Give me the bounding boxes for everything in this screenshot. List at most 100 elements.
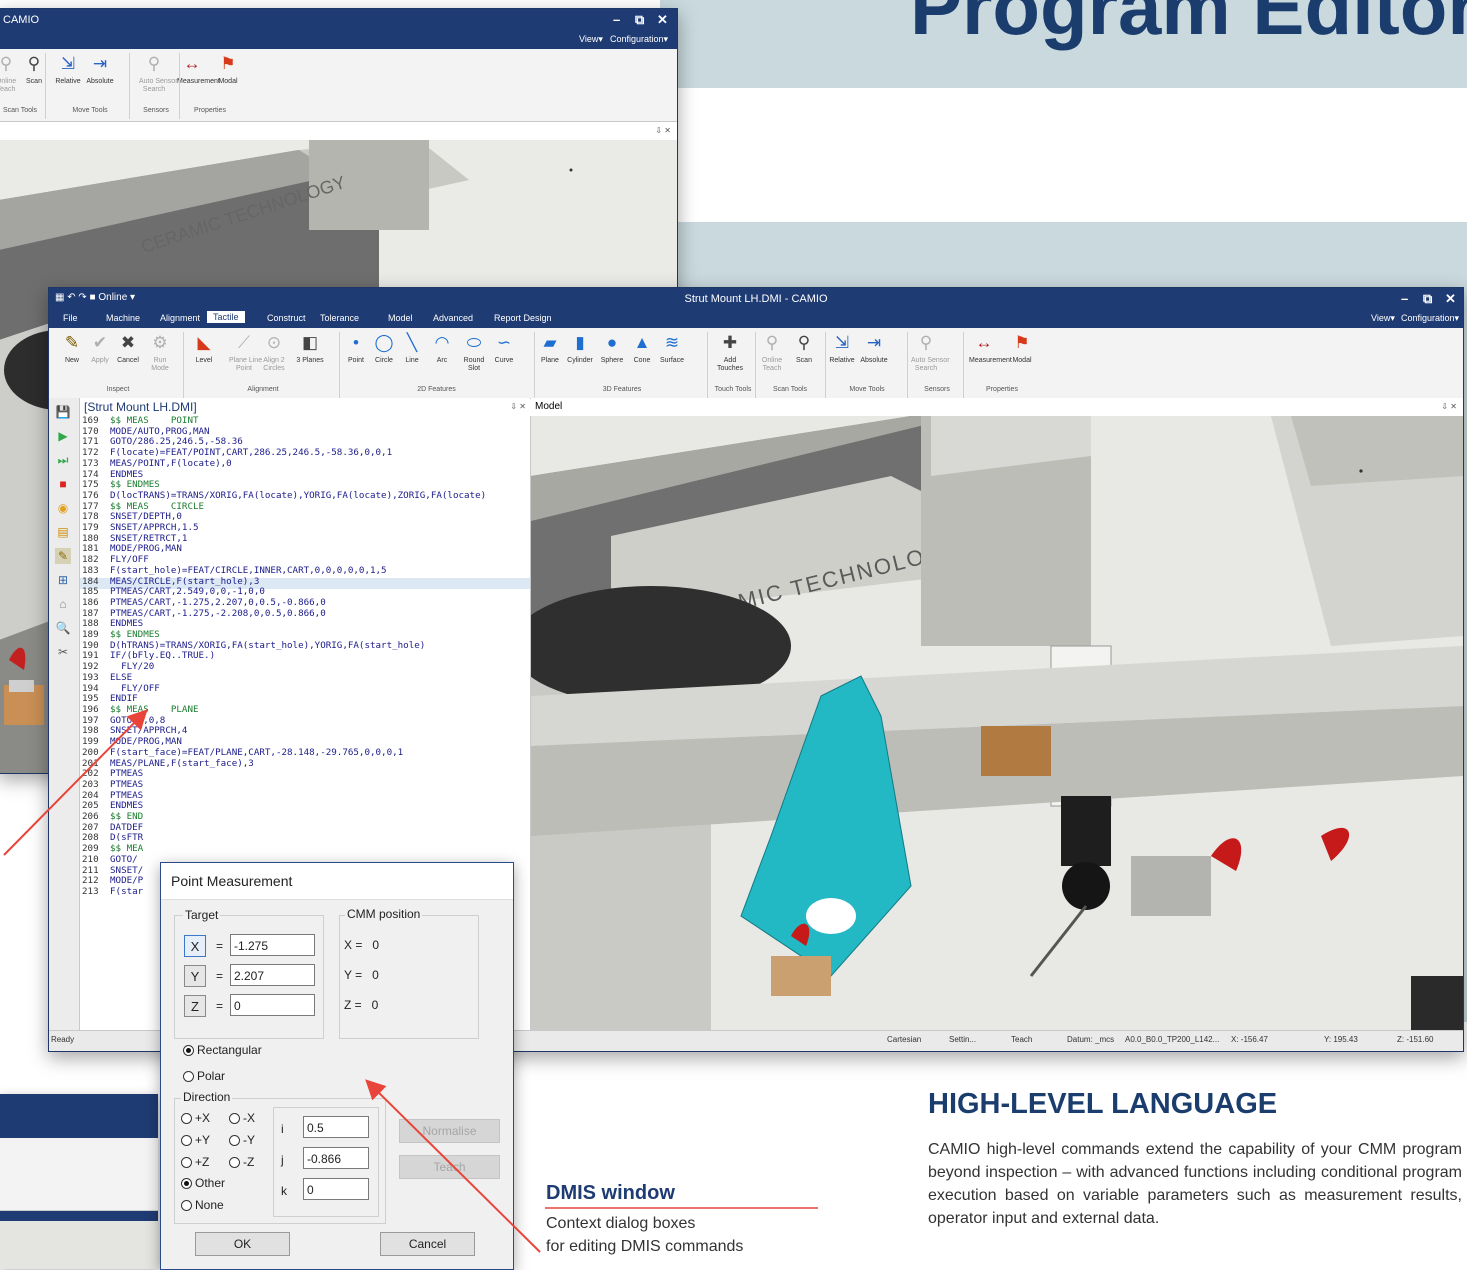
sensor-icon[interactable]: ◉ [55,500,71,516]
status-teach[interactable]: Teach [1011,1035,1032,1044]
status-coord-mode[interactable]: Cartesian [887,1035,921,1044]
dmis-code[interactable]: 169 $$ MEAS POINT 170 MODE/AUTO,PROG,MAN 171… [80,416,486,898]
i-value-field[interactable]: 0.5 [303,1116,369,1138]
ribbon-button-online-teach[interactable]: ⚲ Online Teach [0,53,21,94]
run-icon[interactable]: ▶ [55,428,71,444]
direction-option[interactable]: +X [181,1111,210,1125]
rectangular-radio[interactable] [183,1045,194,1057]
ribbon-button-align-circles[interactable]: ⊙ Align 2 Circles [259,332,289,373]
tab-file[interactable]: File [63,313,78,323]
x-axis-button[interactable]: X [184,935,206,957]
model-pin-close[interactable]: ⇩ ✕ [1441,402,1457,411]
ribbon-button-new[interactable]: ✎ New [57,332,87,365]
none-option[interactable]: None [181,1198,224,1212]
close-icon[interactable]: ✕ [657,12,668,28]
tab-model[interactable]: Model [388,313,413,323]
z-axis-button[interactable]: Z [184,995,206,1017]
j-value-field[interactable]: -0.866 [303,1147,369,1169]
tools-icon[interactable]: ✂ [55,644,71,660]
code-line[interactable]: 192 FLY/20 [80,661,486,673]
back-pin-close[interactable]: ⇩ ✕ [655,126,671,135]
ribbon-button-cone[interactable]: ▲ Cone [627,332,657,365]
save-icon[interactable]: 💾 [55,404,71,420]
configuration-menu[interactable]: Configuration▾ [610,34,668,45]
tab-tactile[interactable]: Tactile [207,311,245,323]
ribbon-button-sphere[interactable]: ● Sphere [597,332,627,365]
tree-icon[interactable]: ⊞ [55,572,71,588]
direction-option[interactable]: -Z [229,1155,254,1169]
ribbon-button-measurement[interactable]: ↔ Measurement [177,53,220,86]
ribbon-button-absolute-move[interactable]: ⇥ Absolute [85,53,115,86]
rectangular-option[interactable]: Rectangular [183,1043,262,1057]
ribbon-button-relative-move[interactable]: ⇲ Relative [53,53,83,86]
status-datum[interactable]: Datum: _mcs [1067,1035,1114,1044]
ribbon-button-run-mode[interactable]: ⚙ Run Mode [145,332,175,373]
ribbon-button-plane-line-point[interactable]: ⟋ Plane Line Point [229,332,262,373]
restore-icon[interactable]: ⧉ [635,12,644,28]
tab-machine[interactable]: Machine [106,313,140,323]
tab-construct[interactable]: Construct [267,313,306,323]
polar-radio[interactable] [183,1071,194,1083]
direction-option[interactable]: -Y [229,1133,255,1147]
y-value-field[interactable]: 2.207 [230,964,315,986]
ribbon-button-plane[interactable]: ▰ Plane [535,332,565,365]
ribbon-button-add-touches[interactable]: ✚ Add Touches [715,332,745,373]
direction-option[interactable]: +Z [181,1155,209,1169]
direction-option[interactable]: -X [229,1111,255,1125]
direction-radio[interactable] [229,1157,240,1169]
editor-pin-close[interactable]: ⇩ ✕ [510,402,526,411]
direction-option[interactable]: +Y [181,1133,210,1147]
ribbon-button-cancel-x[interactable]: ✖ Cancel [113,332,143,365]
y-axis-button[interactable]: Y [184,965,206,987]
direction-radio[interactable] [229,1113,240,1125]
view-menu[interactable]: View▾ [579,34,603,45]
restore-icon[interactable]: ⧉ [1423,291,1432,307]
teach-button[interactable]: Teach [399,1155,500,1179]
x-value-field[interactable]: -1.275 [230,934,315,956]
tab-alignment[interactable]: Alignment [160,313,200,323]
ribbon-button-measurement[interactable]: ↔ Measurement [969,332,1012,365]
code-line[interactable]: 194 FLY/OFF [80,683,486,695]
ribbon-button-line[interactable]: ╲ Line [397,332,427,365]
ribbon-button-round-slot[interactable]: ⬭ Round Slot [459,332,489,373]
direction-radio[interactable] [181,1113,192,1125]
ribbon-button-absolute-move[interactable]: ⇥ Absolute [859,332,889,365]
ribbon-button-online-teach[interactable]: ⚲ Online Teach [757,332,787,373]
status-settings[interactable]: Settin... [949,1035,976,1044]
step-icon[interactable]: ⏭ [55,452,71,468]
machine-icon[interactable]: ⌂ [55,596,71,612]
edit-icon[interactable]: ✎ [55,548,71,564]
tab-tolerance[interactable]: Tolerance [320,313,359,323]
ribbon-button-relative-move[interactable]: ⇲ Relative [827,332,857,365]
normalise-button[interactable]: Normalise [399,1119,500,1143]
ribbon-button-cylinder[interactable]: ▮ Cylinder [565,332,595,365]
z-value-field[interactable]: 0 [230,994,315,1016]
minimize-icon[interactable]: – [613,12,620,27]
stop-icon[interactable]: ■ [55,476,71,492]
report-icon[interactable]: ▤ [55,524,71,540]
ribbon-button-modal[interactable]: ⚑ Modal [213,53,243,86]
cancel-button[interactable]: Cancel [380,1232,475,1256]
minimize-icon[interactable]: – [1401,291,1408,306]
k-value-field[interactable]: 0 [303,1178,369,1200]
ribbon-button-modal[interactable]: ⚑ Modal [1007,332,1037,365]
ribbon-button-curve[interactable]: ∽ Curve [489,332,519,365]
ribbon-button-circle[interactable]: ◯ Circle [369,332,399,365]
direction-radio[interactable] [181,1157,192,1169]
polar-option[interactable]: Polar [183,1069,225,1083]
other-radio[interactable] [181,1178,192,1190]
ribbon-button-auto-sensor[interactable]: ⚲ Auto Sensor Search [911,332,950,373]
ribbon-button-point[interactable]: • Point [341,332,371,365]
status-probe[interactable]: A0.0_B0.0_TP200_L142... [1125,1035,1219,1044]
ribbon-button-three-planes[interactable]: ◧ 3 Planes [295,332,325,365]
tab-report-design[interactable]: Report Design [494,313,552,323]
configuration-menu[interactable]: Configuration▾ [1401,313,1459,324]
none-radio[interactable] [181,1200,192,1212]
ribbon-button-auto-sensor[interactable]: ⚲ Auto Sensor Search [139,53,178,94]
ribbon-button-scan[interactable]: ⚲ Scan [789,332,819,365]
view-menu[interactable]: View▾ [1371,313,1395,324]
ribbon-button-level[interactable]: ◣ Level [189,332,219,365]
ok-button[interactable]: OK [195,1232,290,1256]
zoom-icon[interactable]: 🔍 [55,620,71,636]
ribbon-button-apply-check[interactable]: ✔ Apply [85,332,115,365]
